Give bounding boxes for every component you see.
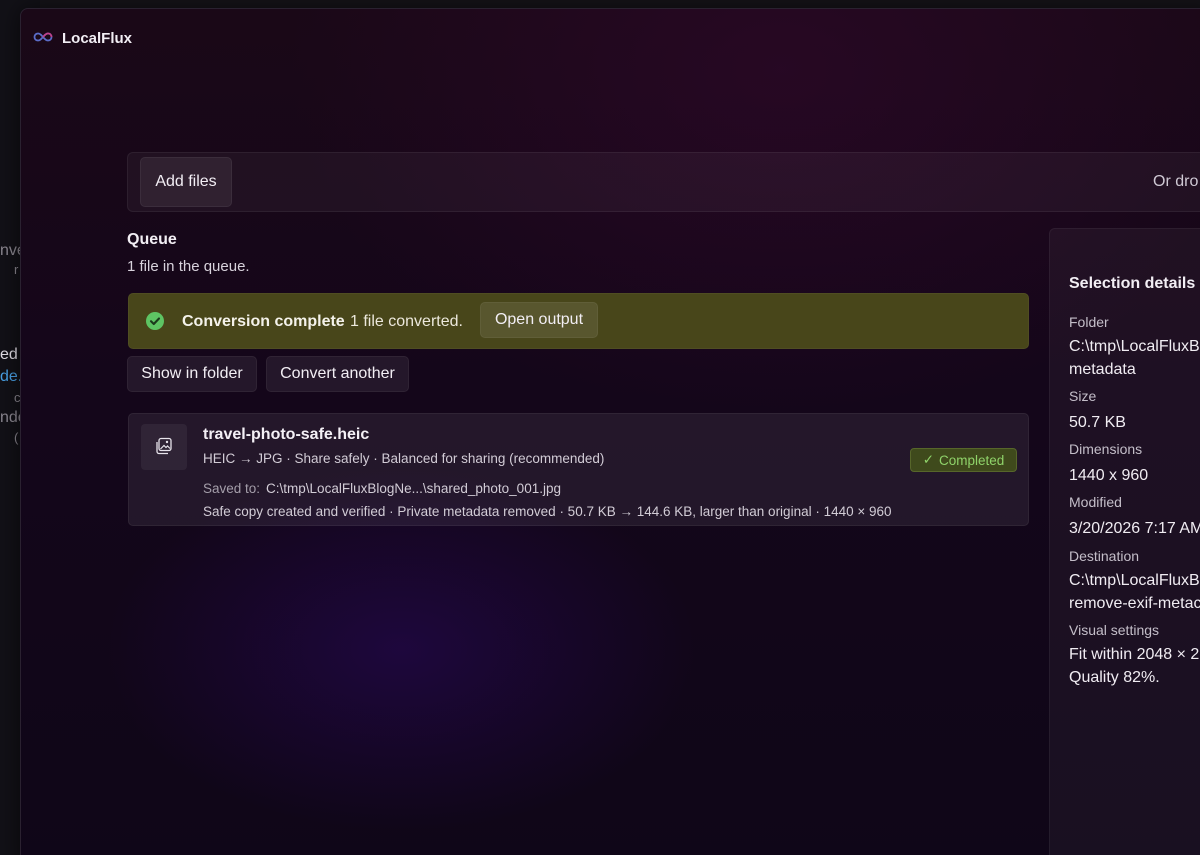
selection-details-panel: Selection details Folder C:\tmp\LocalFlu… <box>1049 228 1200 855</box>
dimensions-label: Dimensions <box>1069 441 1143 457</box>
app-title: LocalFlux <box>62 30 133 47</box>
background-link[interactable]: de. <box>0 368 22 386</box>
file-name: travel-photo-safe.heic <box>203 426 370 443</box>
visual-settings-value-cont: Quality 82%. <box>1069 669 1160 686</box>
destination-value: C:\tmp\LocalFluxBl <box>1069 572 1200 589</box>
drop-zone[interactable]: Add files Or dro <box>127 152 1200 212</box>
visual-settings-value: Fit within 2048 × 2 <box>1069 646 1200 663</box>
queue-heading: Queue <box>127 231 177 248</box>
background-text: r <box>14 262 19 277</box>
folder-label: Folder <box>1069 314 1109 330</box>
banner-title: Conversion complete <box>182 313 345 330</box>
visual-settings-label: Visual settings <box>1069 622 1160 638</box>
show-in-folder-button[interactable]: Show in folder <box>127 356 257 392</box>
add-files-button[interactable]: Add files <box>140 157 232 207</box>
details-title: Selection details <box>1069 275 1196 292</box>
modified-value: 3/20/2026 7:17 AM <box>1069 520 1200 537</box>
drop-hint: Or dro <box>1153 173 1199 190</box>
background-text: ( <box>14 430 19 445</box>
file-thumbnail <box>141 424 187 470</box>
size-label: Size <box>1069 388 1097 404</box>
conversion-complete-banner: Conversion complete 1 file converted. Op… <box>128 293 1029 349</box>
title-bar[interactable]: LocalFlux <box>21 9 1200 69</box>
background-text: ed <box>0 346 18 363</box>
folder-value: C:\tmp\LocalFluxBl <box>1069 338 1200 355</box>
status-label: Completed <box>939 452 1005 468</box>
destination-label: Destination <box>1069 548 1140 564</box>
saved-path[interactable]: C:\tmp\LocalFluxBlogNe...\shared_photo_0… <box>266 481 561 496</box>
infinity-logo-icon <box>33 32 53 42</box>
screen: nve r ed de. c nde ( LocalFlux Add files… <box>0 0 1200 855</box>
size-value: 50.7 KB <box>1069 414 1126 431</box>
saved-to-row: Saved to: C:\tmp\LocalFluxBlogNe...\share… <box>203 481 561 496</box>
folder-value-cont: metadata <box>1069 361 1136 378</box>
queue-subtitle: 1 file in the queue. <box>127 258 250 275</box>
app-window: LocalFlux Add files Or dro Queue 1 file … <box>20 8 1200 855</box>
queue-file-card[interactable]: travel-photo-safe.heic HEIC → JPG · Shar… <box>128 413 1029 526</box>
banner-message: 1 file converted. <box>350 313 463 330</box>
status-badge: ✓ Completed <box>910 448 1017 472</box>
saved-to-label: Saved to: <box>203 481 261 496</box>
file-conversion-meta: HEIC → JPG · Share safely · Balanced for… <box>203 451 605 466</box>
destination-value-cont: remove-exif-metac <box>1069 595 1200 612</box>
dimensions-value: 1440 x 960 <box>1069 467 1149 484</box>
convert-another-button[interactable]: Convert another <box>266 356 409 392</box>
file-summary: Safe copy created and verified · Private… <box>203 504 892 519</box>
modified-label: Modified <box>1069 494 1122 510</box>
image-file-icon <box>156 437 172 455</box>
check-icon: ✓ <box>922 452 934 467</box>
open-output-button[interactable]: Open output <box>480 302 598 338</box>
check-circle-icon <box>146 312 164 330</box>
